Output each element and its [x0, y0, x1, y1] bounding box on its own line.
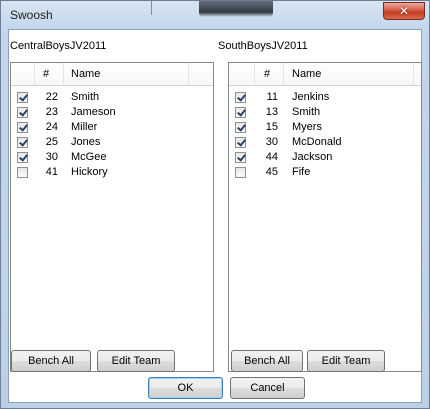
active-checkbox[interactable]	[17, 167, 28, 178]
close-button[interactable]: ✕	[383, 2, 425, 20]
player-name: Jones	[71, 136, 101, 148]
column-header-name[interactable]: Name	[71, 68, 100, 80]
player-name: McGee	[71, 151, 107, 163]
bench-all-button-left[interactable]: Bench All	[11, 350, 91, 372]
roster-row[interactable]: 44 Jackson	[229, 151, 421, 166]
title-bar-divider	[151, 1, 152, 15]
roster-row[interactable]: 30 McDonald	[229, 136, 421, 151]
active-checkbox[interactable]	[235, 122, 246, 133]
player-number: 22	[45, 91, 58, 103]
active-checkbox[interactable]	[235, 137, 246, 148]
active-checkbox[interactable]	[235, 92, 246, 103]
active-checkbox[interactable]	[17, 152, 28, 163]
active-checkbox[interactable]	[235, 152, 246, 163]
column-header-number[interactable]: #	[43, 68, 49, 80]
roster-row[interactable]: 45 Fife	[229, 166, 421, 181]
active-checkbox[interactable]	[235, 107, 246, 118]
column-header-name[interactable]: Name	[292, 68, 321, 80]
player-number: 13	[265, 106, 278, 118]
player-number: 41	[45, 166, 58, 178]
player-name: Jenkins	[292, 91, 330, 103]
roster-row[interactable]: 15 Myers	[229, 121, 421, 136]
roster-row[interactable]: 11 Jenkins	[229, 91, 421, 106]
player-name: Myers	[292, 121, 322, 133]
roster-row[interactable]: 41 Hickory	[11, 166, 213, 181]
cancel-button[interactable]: Cancel	[230, 377, 305, 399]
player-name: Fife	[292, 166, 311, 178]
roster-row[interactable]: 23 Jameson	[11, 106, 213, 121]
player-number: 30	[45, 151, 58, 163]
active-checkbox[interactable]	[17, 137, 28, 148]
player-number: 25	[45, 136, 58, 148]
team-name-left: CentralBoysJV2011	[10, 40, 107, 52]
player-name: McDonald	[292, 136, 342, 148]
active-checkbox[interactable]	[17, 122, 28, 133]
dialog-client-area: CentralBoysJV2011 SouthBoysJV2011 # Name…	[8, 29, 422, 403]
roster-row[interactable]: 30 McGee	[11, 151, 213, 166]
window-title: Swoosh	[10, 8, 53, 22]
active-checkbox[interactable]	[17, 92, 28, 103]
roster-list-left[interactable]: # Name 22 Smith 23 Jameson 24 Miller 25 Jones 30…	[10, 62, 214, 372]
roster-row[interactable]: 22 Smith	[11, 91, 213, 106]
player-number: 30	[265, 136, 278, 148]
team-name-right: SouthBoysJV2011	[218, 40, 308, 52]
column-header-number[interactable]: #	[264, 68, 270, 80]
player-number: 15	[265, 121, 278, 133]
active-checkbox[interactable]	[17, 107, 28, 118]
player-name: Smith	[292, 106, 321, 118]
roster-header-left: # Name	[11, 63, 213, 86]
player-name: Smith	[71, 91, 100, 103]
dialog-window: Swoosh ✕ CentralBoysJV2011 SouthBoysJV20…	[0, 0, 430, 409]
active-checkbox[interactable]	[235, 167, 246, 178]
player-number: 23	[45, 106, 58, 118]
roster-row[interactable]: 13 Smith	[229, 106, 421, 121]
player-number: 24	[45, 121, 58, 133]
player-number: 45	[265, 166, 278, 178]
roster-row[interactable]: 24 Miller	[11, 121, 213, 136]
edit-team-button-right[interactable]: Edit Team	[307, 350, 385, 372]
edit-team-button-left[interactable]: Edit Team	[97, 350, 175, 372]
player-name: Jackson	[292, 151, 333, 163]
roster-list-right[interactable]: # Name 11 Jenkins 13 Smith 15 Myers 30 McDonald…	[228, 62, 422, 372]
close-icon: ✕	[398, 4, 410, 18]
player-name: Hickory	[71, 166, 108, 178]
ok-button[interactable]: OK	[148, 377, 223, 399]
roster-header-right: # Name	[229, 63, 421, 86]
player-name: Jameson	[71, 106, 116, 118]
bench-all-button-right[interactable]: Bench All	[231, 350, 303, 372]
roster-row[interactable]: 25 Jones	[11, 136, 213, 151]
title-bar-shadow	[199, 1, 273, 17]
title-bar[interactable]: Swoosh ✕	[1, 1, 429, 29]
player-name: Miller	[71, 121, 98, 133]
player-number: 44	[265, 151, 278, 163]
player-number: 11	[266, 91, 278, 103]
